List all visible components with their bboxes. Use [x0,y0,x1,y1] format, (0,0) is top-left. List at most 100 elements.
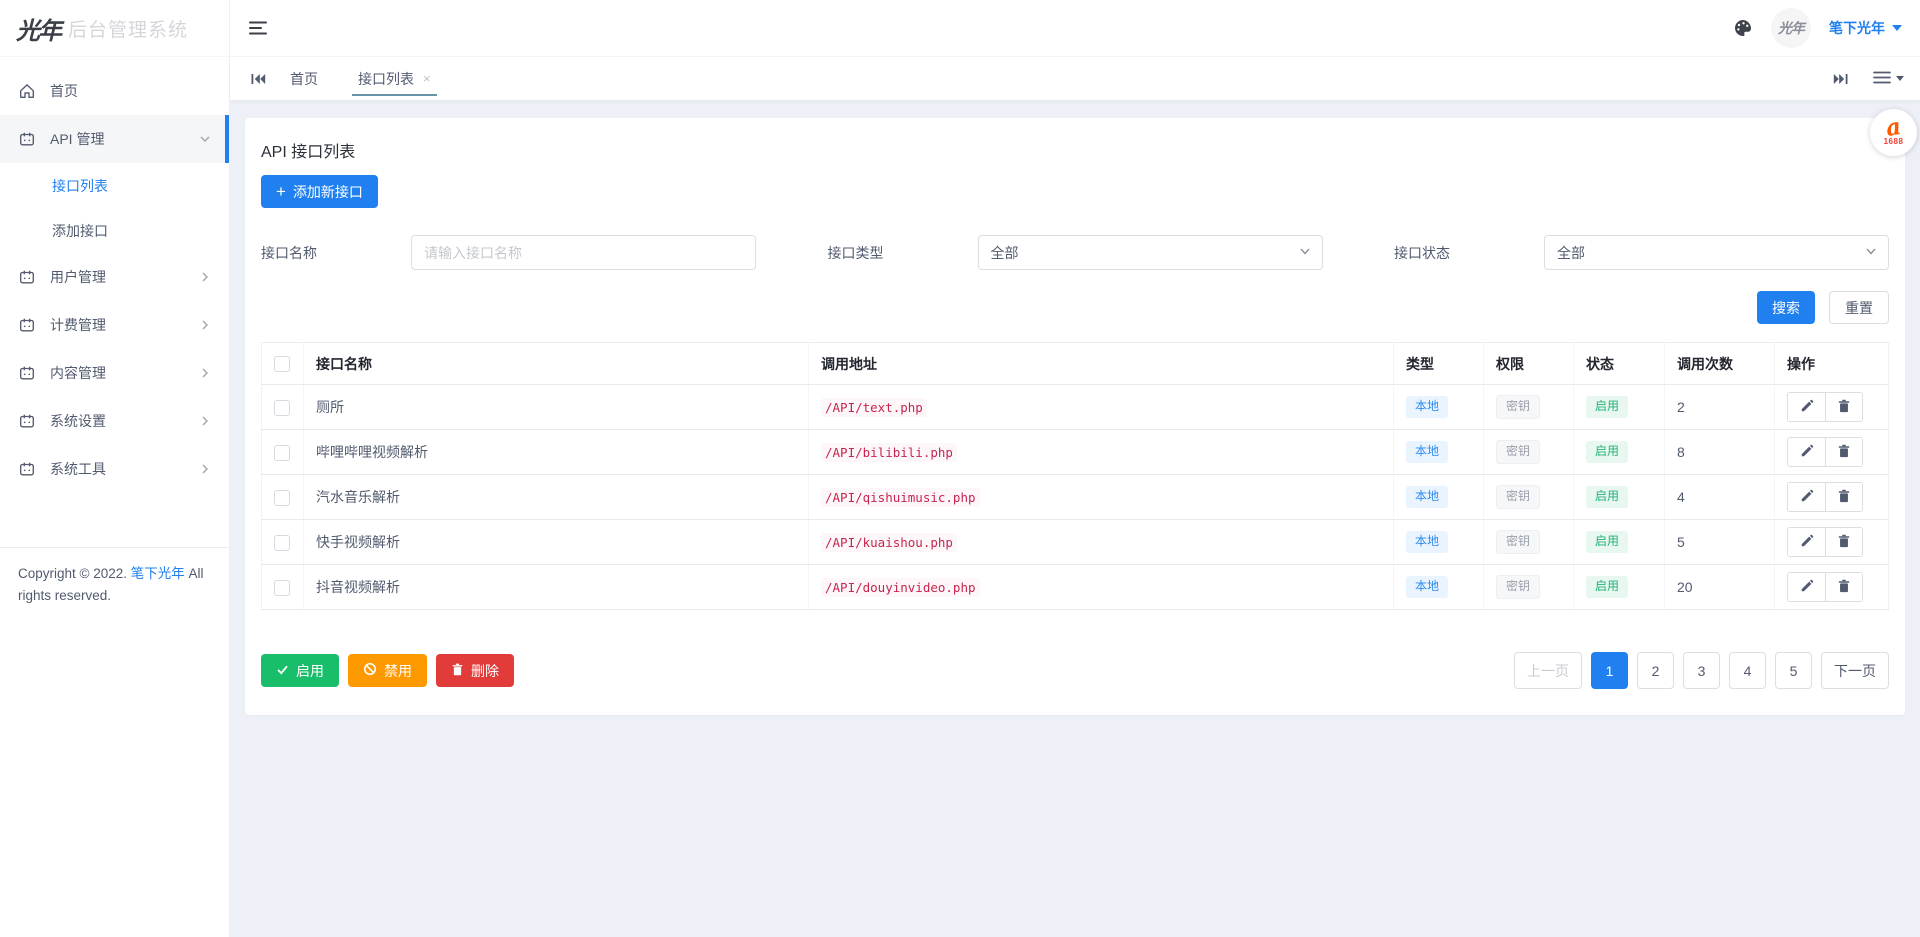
row-checkbox[interactable] [274,400,290,416]
page-title: API 接口列表 [261,138,1889,162]
home-icon [18,82,36,100]
sidebar-item-label: 计费管理 [50,315,106,335]
trash-icon [451,663,464,679]
sidebar-item-home[interactable]: 首页 [0,67,229,115]
prev-page-button[interactable]: 上一页 [1514,652,1582,689]
edit-button[interactable] [1788,573,1825,601]
page-number-button[interactable]: 3 [1683,652,1720,689]
user-menu[interactable]: 笔下光年 [1829,18,1902,38]
edit-button[interactable] [1788,483,1825,511]
status-badge: 启用 [1586,396,1628,418]
bulk-disable-button[interactable]: 禁用 [348,654,427,687]
row-actions [1787,437,1863,467]
api-status-label: 接口状态 [1394,243,1544,263]
page-number-button[interactable]: 1 [1591,652,1628,689]
close-icon[interactable]: × [423,72,431,85]
perm-badge: 密钥 [1496,485,1540,509]
check-icon [276,663,289,679]
api-name-input[interactable] [411,235,756,270]
navbar-right: 光年 笔下光年 [1733,8,1902,48]
status-badge: 启用 [1586,531,1628,553]
edit-button[interactable] [1788,393,1825,421]
sidebar-subitem-api-list[interactable]: 接口列表 [0,163,229,208]
pencil-icon [1800,444,1814,461]
brand-title: 后台管理系统 [68,15,188,42]
page-number-button[interactable]: 4 [1729,652,1766,689]
api-name: 抖音视频解析 [316,579,400,595]
sidebar-item-label: 首页 [50,81,78,101]
row-checkbox[interactable] [274,580,290,596]
sidebar-item-billing[interactable]: 计费管理 [0,301,229,349]
delete-button[interactable] [1825,483,1862,511]
logo-1688-badge[interactable]: a 1688 [1870,109,1917,156]
api-name: 厕所 [316,399,344,415]
brand: 光年 后台管理系统 [0,0,229,57]
api-name-label: 接口名称 [261,243,411,263]
trash-icon [1837,489,1851,506]
api-status-select[interactable]: 全部 [1544,235,1889,270]
row-checkbox[interactable] [274,535,290,551]
sidebar-item-api[interactable]: API 管理 [0,115,229,163]
avatar[interactable]: 光年 [1771,8,1811,48]
avatar-glyph: 光年 [1778,18,1804,38]
call-count: 2 [1677,399,1685,415]
search-button[interactable]: 搜索 [1757,291,1815,324]
next-page-button[interactable]: 下一页 [1821,652,1889,689]
sidebar-item-settings[interactable]: 系统设置 [0,397,229,445]
delete-button[interactable] [1825,438,1862,466]
last-tab-icon[interactable] [1829,67,1853,91]
tab-home[interactable]: 首页 [270,57,338,100]
collapse-sidebar-icon[interactable] [248,20,268,36]
column-header: 操作 [1775,343,1889,385]
ban-icon [363,662,377,679]
chevron-right-icon [199,271,211,283]
select-all-checkbox[interactable] [274,356,290,372]
tab-label: 首页 [290,69,318,89]
tab-options-menu[interactable] [1873,71,1904,87]
tab-api-list[interactable]: 接口列表 × [338,57,451,100]
page-number-button[interactable]: 2 [1637,652,1674,689]
delete-button[interactable] [1825,573,1862,601]
chevron-right-icon [199,415,211,427]
pencil-icon [1800,489,1814,506]
sidebar-subitem-api-add[interactable]: 添加接口 [0,208,229,253]
column-header: 接口名称 [304,343,809,385]
sidebar-submenu-api: 接口列表 添加接口 [0,163,229,253]
theme-palette-icon[interactable] [1733,18,1753,38]
sidebar-item-label: 系统设置 [50,411,106,431]
bulk-delete-button[interactable]: 删除 [436,654,514,687]
row-actions [1787,527,1863,557]
add-api-button[interactable]: + 添加新接口 [261,175,378,208]
perm-badge: 密钥 [1496,395,1540,419]
delete-button[interactable] [1825,528,1862,556]
alibaba-logo-icon: a [1885,118,1903,138]
edit-button[interactable] [1788,438,1825,466]
row-checkbox[interactable] [274,445,290,461]
edit-button[interactable] [1788,528,1825,556]
caret-down-icon [1892,25,1902,31]
bulk-actions: 启用 禁用 删除 上一页 [261,652,1889,689]
delete-button[interactable] [1825,393,1862,421]
sidebar-item-contents[interactable]: 内容管理 [0,349,229,397]
filter-group-name: 接口名称 [261,235,756,270]
reset-button[interactable]: 重置 [1829,291,1889,324]
page-number-button[interactable]: 5 [1775,652,1812,689]
list-menu-icon [1873,71,1891,87]
api-name: 哔哩哔哩视频解析 [316,444,428,460]
sidebar-item-tools[interactable]: 系统工具 [0,445,229,493]
api-type-select[interactable]: 全部 [978,235,1323,270]
sidebar-item-label: 用户管理 [50,267,106,287]
copyright-link[interactable]: 笔下光年 [131,566,185,581]
trash-icon [1837,579,1851,596]
chevron-down-icon [1298,244,1312,261]
admin-app: 光年 后台管理系统 首页 API 管理 接口列表 [0,0,1920,937]
api-name: 汽水音乐解析 [316,489,400,505]
row-checkbox[interactable] [274,490,290,506]
calendar-icon [18,316,36,334]
sidebar-item-users[interactable]: 用户管理 [0,253,229,301]
bulk-enable-button[interactable]: 启用 [261,654,339,687]
username: 笔下光年 [1829,18,1885,38]
table-body: 厕所 /API/text.php 本地 密钥 启用 2 哔哩哔哩视频 [262,385,1889,610]
first-tab-icon[interactable] [246,67,270,91]
sidebar: 光年 后台管理系统 首页 API 管理 接口列表 [0,0,230,937]
